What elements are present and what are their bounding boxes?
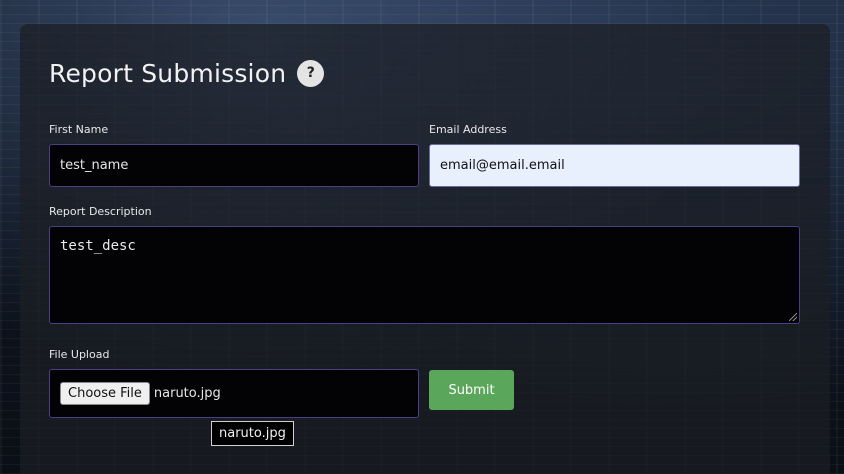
email-label: Email Address (429, 123, 507, 136)
choose-file-button[interactable]: Choose File (60, 382, 150, 405)
file-upload-label: File Upload (49, 348, 110, 361)
file-upload-field[interactable]: Choose File naruto.jpg (49, 369, 419, 418)
page-title: Report Submission (49, 58, 287, 88)
description-label: Report Description (49, 205, 152, 218)
first-name-input[interactable]: test_name (49, 144, 419, 187)
resize-handle-icon[interactable] (789, 313, 797, 321)
email-value: email@email.email (440, 158, 565, 173)
help-icon[interactable]: ? (297, 59, 325, 87)
description-value: test_desc (60, 238, 136, 254)
first-name-label: First Name (49, 123, 109, 136)
first-name-value: test_name (60, 158, 129, 173)
email-input[interactable]: email@email.email (429, 144, 800, 187)
submit-button[interactable]: Submit (429, 370, 514, 410)
file-name-tooltip: naruto.jpg (211, 421, 294, 446)
selected-file-name: naruto.jpg (153, 386, 221, 401)
title-row: Report Submission ? (49, 55, 325, 91)
description-textarea[interactable]: test_desc (49, 226, 800, 324)
